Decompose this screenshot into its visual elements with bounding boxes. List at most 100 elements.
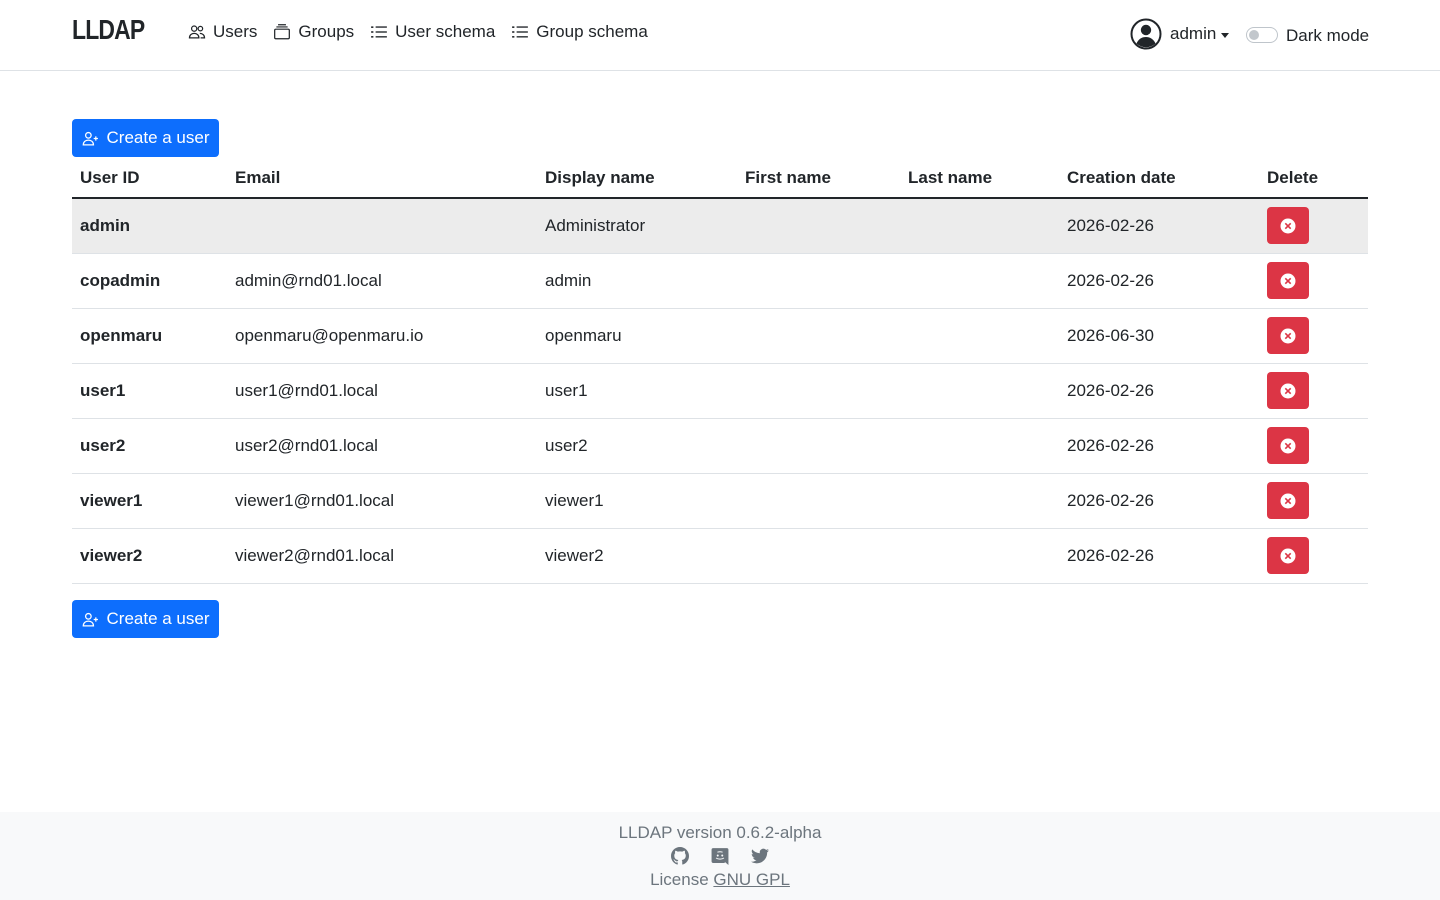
license-link[interactable]: GNU GPL	[713, 870, 790, 889]
nav-users[interactable]: Users	[188, 20, 257, 44]
cell-first-name	[737, 528, 900, 584]
create-user-label: Create a user	[106, 128, 210, 147]
caret-down-icon[interactable]	[1221, 32, 1230, 38]
cell-first-name	[737, 473, 900, 529]
col-display-name[interactable]: Display name	[537, 159, 737, 199]
table-row[interactable]: copadmin admin@rnd01.local admin 2026-02-26	[72, 253, 1368, 309]
delete-user-button[interactable]	[1267, 427, 1309, 464]
cell-delete	[1259, 473, 1368, 529]
cell-user-id[interactable]: user1	[72, 363, 227, 419]
cell-creation-date: 2026-06-30	[1059, 308, 1259, 364]
cell-user-id[interactable]: admin	[72, 198, 227, 254]
brand-logo[interactable]: LLDAP	[72, 14, 145, 46]
x-circle-icon	[1280, 438, 1296, 454]
cell-user-id[interactable]: openmaru	[72, 308, 227, 364]
x-circle-icon	[1280, 218, 1296, 234]
cell-email: admin@rnd01.local	[227, 253, 537, 309]
dark-mode-toggle[interactable]: Dark mode	[1246, 24, 1369, 46]
twitter-icon[interactable]	[751, 847, 769, 865]
col-first-name[interactable]: First name	[737, 159, 900, 199]
cell-email: user2@rnd01.local	[227, 418, 537, 474]
cell-last-name	[900, 363, 1059, 419]
cell-user-id[interactable]: copadmin	[72, 253, 227, 309]
version-text: LLDAP version 0.6.2-alpha	[618, 823, 822, 842]
cell-last-name	[900, 473, 1059, 529]
nav-group-schema[interactable]: Group schema	[511, 20, 648, 44]
delete-user-button[interactable]	[1267, 537, 1309, 574]
table-header-row: User ID Email Display name First name La…	[72, 159, 1368, 199]
cell-user-id[interactable]: user2	[72, 418, 227, 474]
cell-delete	[1259, 363, 1368, 419]
cell-creation-date: 2026-02-26	[1059, 198, 1259, 254]
discord-icon[interactable]	[711, 847, 729, 865]
cell-delete	[1259, 308, 1368, 364]
social-links	[0, 847, 1440, 867]
nav-user-schema-label: User schema	[395, 22, 496, 41]
cell-first-name	[737, 253, 900, 309]
license-prefix: License	[650, 870, 709, 889]
table-row[interactable]: user2 user2@rnd01.local user2 2026-02-26	[72, 418, 1368, 474]
col-last-name[interactable]: Last name	[900, 159, 1059, 199]
nav-groups-label: Groups	[298, 22, 355, 41]
cell-creation-date: 2026-02-26	[1059, 473, 1259, 529]
cell-last-name	[900, 308, 1059, 364]
create-user-button[interactable]: Create a user	[72, 119, 219, 157]
cell-email: viewer1@rnd01.local	[227, 473, 537, 529]
cell-last-name	[900, 418, 1059, 474]
footer: LLDAP version 0.6.2-alpha License GNU GP…	[0, 812, 1440, 900]
nav-user-schema[interactable]: User schema	[370, 20, 495, 44]
table-row[interactable]: user1 user1@rnd01.local user1 2026-02-26	[72, 363, 1368, 419]
dark-mode-label: Dark mode	[1286, 26, 1370, 45]
cell-last-name	[900, 198, 1059, 254]
cell-delete	[1259, 253, 1368, 309]
col-user-id[interactable]: User ID	[72, 159, 227, 199]
person-plus-icon	[82, 611, 99, 628]
table-row[interactable]: viewer2 viewer2@rnd01.local viewer2 2026-02…	[72, 528, 1368, 584]
users-table: User ID Email Display name First name La…	[72, 159, 1368, 584]
cell-user-id[interactable]: viewer2	[72, 528, 227, 584]
people-icon	[188, 23, 206, 41]
license-text: License GNU GPL	[0, 870, 1440, 890]
x-circle-icon	[1280, 383, 1296, 399]
navbar: LLDAP Users Groups User schema Group sch…	[0, 0, 1440, 71]
table-row[interactable]: viewer1 viewer1@rnd01.local viewer1 2026-02…	[72, 473, 1368, 529]
user-name[interactable]: admin	[1170, 24, 1216, 44]
table-row[interactable]: admin Administrator 2026-02-26	[72, 198, 1368, 254]
cell-last-name	[900, 528, 1059, 584]
cell-first-name	[737, 308, 900, 364]
delete-user-button[interactable]	[1267, 372, 1309, 409]
delete-user-button[interactable]	[1267, 262, 1309, 299]
cell-display-name: viewer2	[537, 528, 737, 584]
main-nav: Users Groups User schema Group schema	[188, 20, 664, 44]
cell-email: viewer2@rnd01.local	[227, 528, 537, 584]
list-icon	[511, 23, 529, 41]
cell-display-name: viewer1	[537, 473, 737, 529]
delete-user-button[interactable]	[1267, 207, 1309, 245]
cell-display-name: user1	[537, 363, 737, 419]
table-row[interactable]: openmaru openmaru@openmaru.io openmaru 2026…	[72, 308, 1368, 364]
cell-email: openmaru@openmaru.io	[227, 308, 537, 364]
user-menu[interactable]: admin	[1130, 18, 1230, 50]
nav-groups[interactable]: Groups	[273, 20, 354, 44]
cell-delete	[1259, 198, 1368, 254]
cell-first-name	[737, 363, 900, 419]
x-circle-icon	[1280, 273, 1296, 289]
cell-creation-date: 2026-02-26	[1059, 363, 1259, 419]
cell-email	[227, 198, 537, 254]
create-user-button[interactable]: Create a user	[72, 600, 219, 638]
github-icon[interactable]	[671, 847, 689, 865]
dark-mode-switch[interactable]	[1246, 27, 1278, 43]
create-user-label: Create a user	[106, 609, 210, 628]
delete-user-button[interactable]	[1267, 317, 1309, 354]
cell-display-name: Administrator	[537, 198, 737, 254]
cell-user-id[interactable]: viewer1	[72, 473, 227, 529]
cell-delete	[1259, 418, 1368, 474]
cell-display-name: user2	[537, 418, 737, 474]
col-email[interactable]: Email	[227, 159, 537, 199]
cell-creation-date: 2026-02-26	[1059, 253, 1259, 309]
person-plus-icon	[82, 130, 99, 147]
col-delete: Delete	[1259, 159, 1368, 199]
cell-first-name	[737, 198, 900, 254]
delete-user-button[interactable]	[1267, 482, 1309, 519]
col-creation-date[interactable]: Creation date	[1059, 159, 1259, 199]
